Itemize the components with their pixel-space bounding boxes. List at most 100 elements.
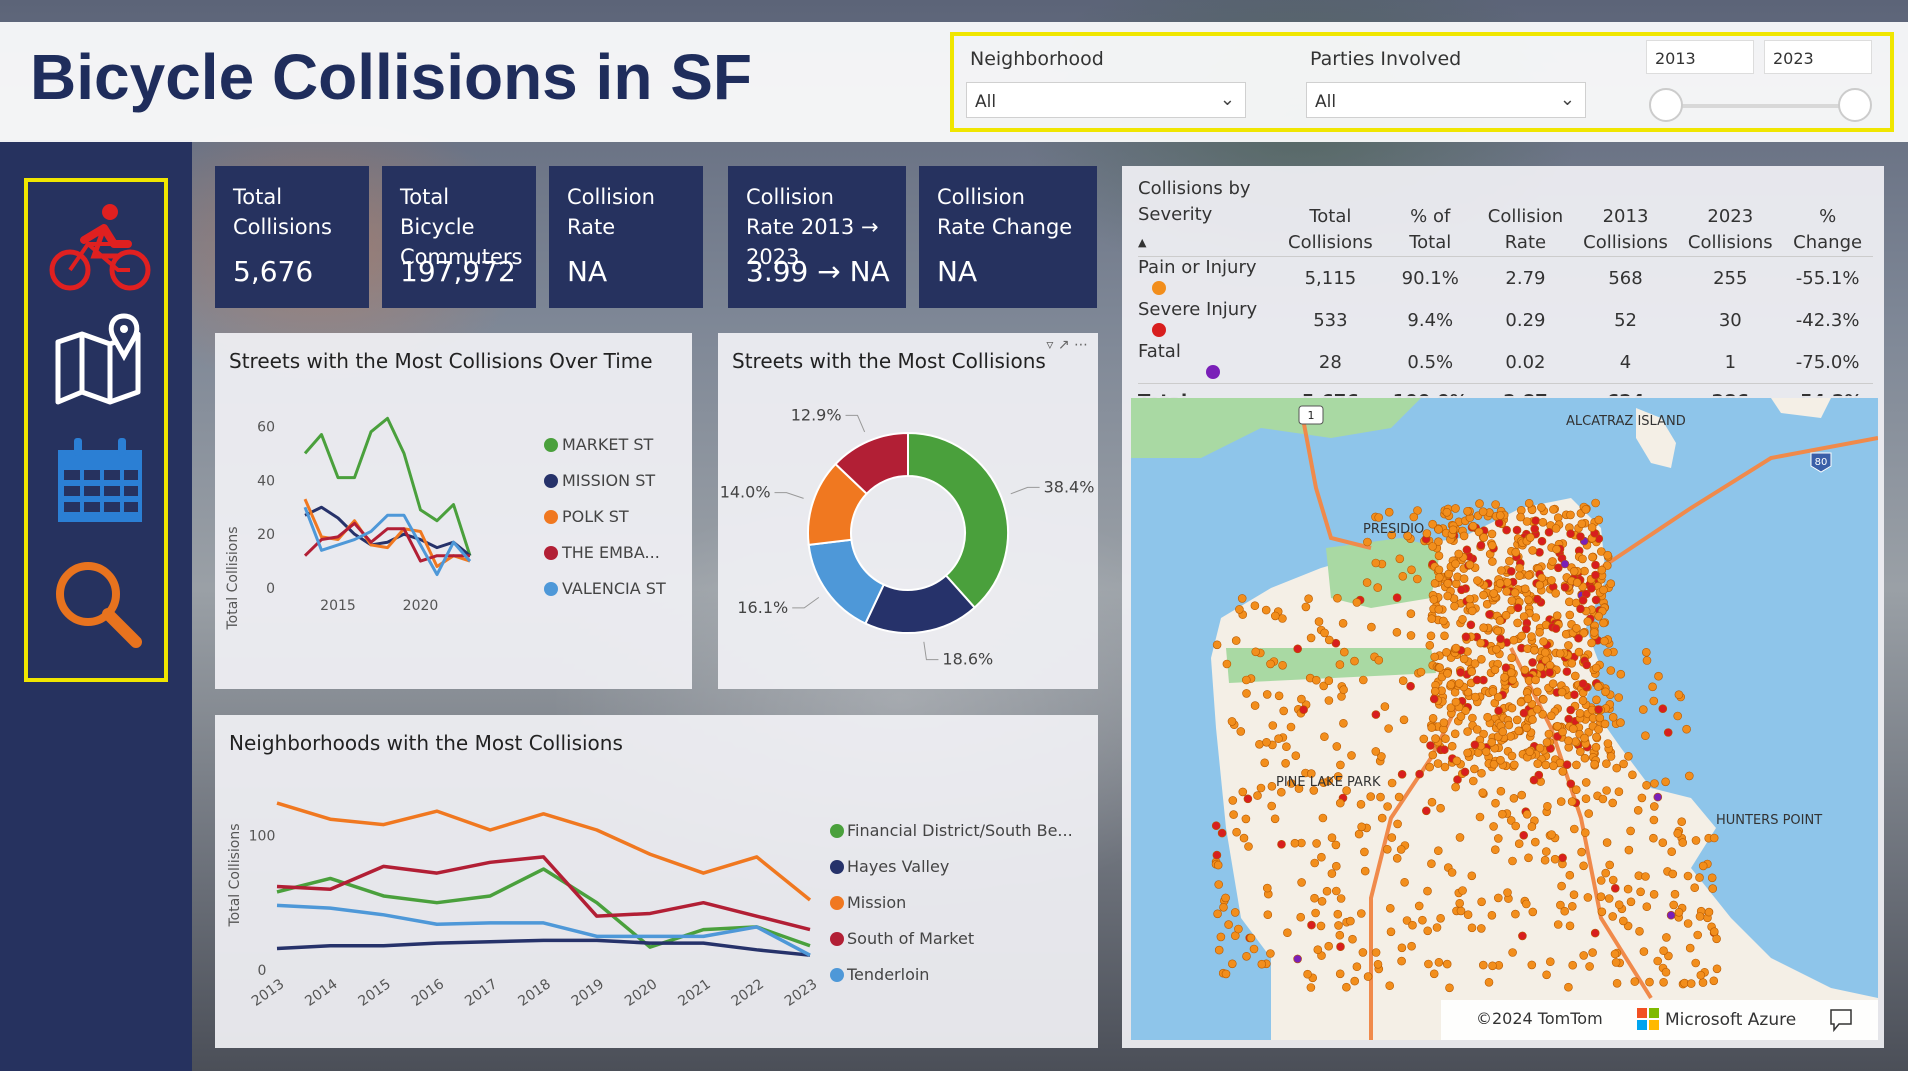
collision-point[interactable] [1511, 909, 1520, 919]
collision-point[interactable] [1467, 667, 1477, 676]
collision-point[interactable] [1407, 941, 1416, 951]
collision-point[interactable] [1268, 721, 1278, 730]
collision-point[interactable] [1493, 626, 1503, 636]
collision-point[interactable] [1683, 919, 1693, 928]
collision-point[interactable] [1669, 900, 1679, 910]
collision-point[interactable] [1506, 668, 1516, 678]
collision-point[interactable] [1468, 713, 1477, 723]
collision-point[interactable] [1451, 504, 1460, 513]
collision-point[interactable] [1610, 949, 1620, 959]
collision-point[interactable] [1234, 924, 1243, 934]
collision-point[interactable] [1418, 915, 1427, 925]
collision-point[interactable] [1493, 834, 1503, 843]
collision-point[interactable] [1477, 768, 1486, 778]
collision-point[interactable] [1606, 579, 1616, 588]
collision-point[interactable] [1693, 930, 1703, 940]
collision-point[interactable] [1219, 902, 1228, 912]
collision-point[interactable] [1459, 531, 1469, 541]
collision-point[interactable] [1528, 715, 1537, 724]
collision-point[interactable] [1450, 601, 1459, 611]
collision-point[interactable] [1489, 589, 1499, 598]
collision-point[interactable] [1560, 906, 1570, 916]
collision-point[interactable] [1324, 941, 1333, 951]
collision-point[interactable] [1407, 565, 1416, 575]
collision-point[interactable] [1434, 573, 1444, 582]
collision-point[interactable] [1354, 829, 1364, 839]
collision-point[interactable] [1236, 727, 1246, 736]
collision-point[interactable] [1599, 585, 1608, 595]
collision-point[interactable] [1507, 751, 1517, 761]
collision-point[interactable] [1310, 858, 1319, 868]
collision-point[interactable] [1645, 977, 1654, 987]
collision-point[interactable] [1511, 821, 1521, 831]
collision-point[interactable] [1455, 898, 1465, 908]
collision-point[interactable] [1363, 972, 1373, 981]
collision-point[interactable] [1213, 860, 1223, 870]
collision-point[interactable] [1568, 724, 1578, 734]
collision-point[interactable] [1691, 958, 1701, 968]
collision-point[interactable] [1709, 833, 1719, 843]
collision-point[interactable] [1649, 833, 1658, 843]
collision-point[interactable] [1267, 781, 1277, 791]
collision-point[interactable] [1606, 752, 1616, 761]
collision-point[interactable] [1425, 762, 1435, 772]
table-row[interactable]: Fatal 28 0.5% 0.02 4 1 -75.0% [1138, 341, 1873, 384]
collision-point[interactable] [1566, 779, 1576, 789]
collision-point[interactable] [1231, 636, 1241, 645]
collision-point[interactable] [1548, 679, 1558, 689]
collision-point[interactable] [1443, 579, 1453, 588]
collision-point[interactable] [1448, 525, 1458, 535]
collision-point[interactable] [1262, 737, 1271, 747]
collision-point[interactable] [1587, 638, 1596, 648]
collision-point[interactable] [1516, 512, 1525, 522]
collision-point[interactable] [1296, 912, 1305, 922]
collision-point[interactable] [1490, 665, 1500, 675]
legend-label[interactable]: MISSION ST [562, 471, 655, 490]
collision-point[interactable] [1668, 869, 1678, 879]
collision-point[interactable] [1425, 641, 1435, 650]
collision-point[interactable] [1565, 610, 1575, 620]
collision-point[interactable] [1312, 839, 1321, 848]
collision-point[interactable] [1641, 648, 1651, 657]
collision-point[interactable] [1537, 536, 1547, 546]
collision-point[interactable] [1529, 775, 1539, 785]
collision-point[interactable] [1460, 767, 1470, 777]
collision-point[interactable] [1513, 618, 1522, 628]
collision-point[interactable] [1222, 659, 1232, 669]
collision-point[interactable] [1235, 605, 1244, 614]
collision-point[interactable] [1431, 734, 1440, 743]
collision-point[interactable] [1397, 943, 1407, 953]
collision-point[interactable] [1256, 783, 1266, 793]
collision-point[interactable] [1610, 883, 1620, 893]
collision-point[interactable] [1385, 981, 1395, 991]
collision-point[interactable] [1530, 837, 1540, 847]
collision-point[interactable] [1579, 861, 1588, 871]
collision-point[interactable] [1602, 838, 1612, 847]
collision-point[interactable] [1601, 687, 1610, 697]
collision-point[interactable] [1524, 499, 1534, 508]
collision-point[interactable] [1514, 839, 1524, 849]
collision-point[interactable] [1654, 671, 1663, 681]
collision-point[interactable] [1297, 694, 1306, 704]
collision-point[interactable] [1266, 659, 1275, 669]
collision-point[interactable] [1434, 565, 1444, 575]
collision-point[interactable] [1608, 875, 1618, 885]
collision-point[interactable] [1476, 638, 1486, 648]
collision-point[interactable] [1492, 644, 1501, 654]
collision-point[interactable] [1229, 810, 1238, 819]
collision-point[interactable] [1338, 619, 1348, 628]
collision-point[interactable] [1310, 893, 1319, 903]
collision-point[interactable] [1579, 951, 1589, 960]
collision-point[interactable] [1313, 945, 1323, 955]
collision-point[interactable] [1608, 712, 1618, 722]
collision-point[interactable] [1490, 845, 1500, 855]
collision-point[interactable] [1510, 588, 1520, 597]
collision-point[interactable] [1696, 970, 1706, 980]
collision-point[interactable] [1649, 815, 1659, 825]
collision-point[interactable] [1293, 644, 1302, 654]
collision-point[interactable] [1548, 557, 1557, 566]
collision-point[interactable] [1409, 512, 1419, 522]
collision-point[interactable] [1550, 854, 1560, 864]
collision-point[interactable] [1472, 725, 1482, 734]
collision-point[interactable] [1395, 554, 1405, 564]
